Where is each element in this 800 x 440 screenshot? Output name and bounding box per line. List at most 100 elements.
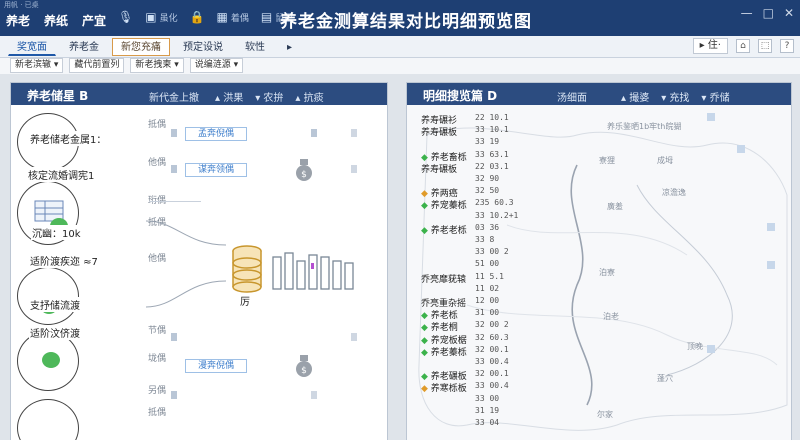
- row-label: 他偶: [148, 158, 167, 168]
- list-item-value: 32 90: [475, 174, 500, 183]
- window-caption: 用帆 · 已桌: [4, 1, 39, 9]
- divider: [149, 201, 201, 202]
- map-label: 尔家: [597, 410, 613, 419]
- grid-icon[interactable]: ▦ 着偶: [217, 10, 249, 24]
- tab-more-icon[interactable]: ▸: [278, 38, 301, 56]
- list-item-value: 32 50: [475, 186, 500, 196]
- list-item[interactable]: ◆ 养宠板椐: [421, 333, 467, 346]
- list-item-label: 乔亮靡莸辕: [421, 274, 467, 285]
- sketch-circle: [17, 331, 79, 391]
- list-item-value: 33 00: [475, 393, 500, 403]
- main-menu: 养老 养纸 产宜: [6, 12, 106, 29]
- label-pension-1: 养老储老金属1：: [29, 131, 108, 146]
- help-icon[interactable]: ?: [780, 39, 794, 53]
- detail-button-2[interactable]: 谋奔领偶: [185, 163, 247, 177]
- legend-item: ▴ 抗痰: [295, 93, 324, 104]
- left-panel-subtitle: 新代金上撤: [149, 93, 199, 104]
- list-item[interactable]: ◆ 养老蓁栎: [421, 345, 467, 358]
- legend-item: ▾ 充找: [661, 93, 690, 104]
- map-label: 养乐鉴晒1b牢th皖猢: [607, 122, 682, 131]
- filter-pension-pull[interactable]: 新老拽柬 ▾: [130, 58, 184, 73]
- list-item[interactable]: ◆ 养老老栎: [421, 223, 467, 236]
- list-item[interactable]: ◆ 养老栎: [421, 308, 458, 321]
- cell-marker: [767, 223, 775, 231]
- close-icon[interactable]: ✕: [784, 6, 794, 20]
- tab-bar: 奖宽面 养老金 新您充痛 预定设说 软性 ▸ ▸ 住· ⌂ ⬚ ?: [0, 36, 800, 58]
- list-item-value: 22 10.1: [475, 113, 509, 122]
- list-item[interactable]: ◆ 养寒栎板: [421, 381, 467, 394]
- list-item-value: 33 10.1: [475, 125, 509, 135]
- legend-item: ▾ 乔储: [701, 93, 730, 104]
- cell-marker: [737, 145, 745, 153]
- location-pin-icon: ◆: [421, 225, 431, 236]
- list-item[interactable]: ◆ 养老畜栎: [421, 150, 467, 163]
- list-item-value: 22 03.1: [475, 161, 509, 171]
- label-amount: 沉幽：10k: [31, 225, 82, 240]
- map-label: 寮狸: [599, 156, 615, 165]
- cell-marker: [707, 113, 715, 121]
- cell-marker: [767, 261, 775, 269]
- list-item-value: 33 19: [475, 137, 500, 147]
- list-item-value: 03 36: [475, 222, 500, 232]
- cell-marker: [351, 165, 357, 173]
- list-item-label: 养寿碾板: [421, 128, 458, 139]
- map-label: 泊老: [603, 312, 619, 321]
- tab-preset[interactable]: 预定设说: [174, 38, 232, 56]
- left-panel: 养老储星 B 新代金上撤 ▴ 洪果 ▾ 农拚 ▴ 抗痰 养老储老金属1： 核定流…: [10, 82, 388, 440]
- list-item[interactable]: ◆ 养两癌: [421, 186, 458, 199]
- doc-icon[interactable]: ▣ 虽化: [145, 10, 177, 24]
- label-support: 支抒储流渡: [29, 297, 81, 312]
- list-item-value: 32 00.1: [475, 344, 509, 354]
- filter-source[interactable]: 说编涟源 ▾: [189, 58, 244, 73]
- cell-marker: [171, 129, 177, 137]
- list-item-value: 31 19: [475, 405, 500, 415]
- map-label: 蓬穴: [657, 374, 673, 383]
- map-label: 成坶: [657, 156, 673, 165]
- right-panel-title: 明细搜览篇 D: [423, 89, 498, 103]
- label-stage: 适阶汶侪渡: [29, 325, 81, 340]
- minimize-icon[interactable]: —: [741, 6, 753, 20]
- menu-item-pension[interactable]: 养老: [6, 12, 30, 29]
- title-bar: 用帆 · 已桌 养老 养纸 产宜 🎙 ▣ 虽化 🔒 ▦ 着偶 ▤ 鼠星 养老金测算结果…: [0, 0, 800, 36]
- tab-pension[interactable]: 养老金: [60, 38, 108, 56]
- row-label: 节偶: [148, 326, 167, 336]
- list-item-value: 32 60.3: [475, 332, 509, 342]
- menu-item-product[interactable]: 产宜: [82, 12, 106, 29]
- list-item[interactable]: 养寿碾板: [421, 162, 457, 175]
- tab-soft[interactable]: 软性: [236, 38, 274, 56]
- lock-icon[interactable]: 🔒: [190, 10, 205, 24]
- list-item[interactable]: ◆ 养老桐: [421, 320, 458, 333]
- detail-button-3[interactable]: 漫奔倪偶: [185, 359, 247, 373]
- connector-lines: [146, 220, 227, 308]
- menu-item-paper[interactable]: 养纸: [44, 12, 68, 29]
- list-item[interactable]: ◆ 养宠蓁栎: [421, 198, 467, 211]
- list-item[interactable]: ◆ 养老碾板: [421, 369, 467, 382]
- legend-item: ▴ 撮婆: [621, 93, 650, 104]
- filter-prefix[interactable]: 藏代前置列: [69, 58, 125, 73]
- list-item[interactable]: 乔亮靡莸辕: [421, 272, 466, 285]
- tab-new-fill[interactable]: 新您充痛: [112, 38, 170, 56]
- tab-overview[interactable]: 奖宽面: [8, 38, 56, 56]
- list-item-label: 养宠蓁栎: [430, 201, 467, 212]
- maximize-icon[interactable]: □: [763, 6, 774, 20]
- home-icon[interactable]: ⌂: [736, 39, 750, 53]
- money-bag-icon: $: [296, 159, 312, 181]
- list-item-value: 11 02: [475, 283, 500, 293]
- export-icon[interactable]: ⬚: [758, 39, 772, 53]
- list-item-value: 51 00: [475, 259, 500, 269]
- page-title: 养老金测算结果对比明细预览图: [280, 12, 532, 32]
- map-label: 泊寮: [599, 268, 615, 277]
- list-item-value: 11 5.1: [475, 271, 504, 281]
- list-item[interactable]: 乔亮重杂摇: [421, 296, 466, 309]
- filter-pension-type[interactable]: 新老滨辙 ▾: [10, 58, 64, 73]
- view-dropdown[interactable]: ▸ 住·: [692, 38, 728, 54]
- row-label: 抵偶: [148, 408, 167, 418]
- right-panel-legend: ▴ 撮婆 ▾ 充找 ▾ 乔储: [621, 89, 730, 104]
- detail-button-1[interactable]: 孟奔倪偶: [185, 127, 247, 141]
- cell-marker: [171, 165, 177, 173]
- mic-icon[interactable]: 🎙: [118, 10, 133, 24]
- list-item[interactable]: 养寿碾板: [421, 125, 457, 138]
- legend-item: ▾ 农拚: [255, 93, 284, 104]
- list-item[interactable]: 养寿碾衫: [421, 113, 457, 126]
- left-panel-title: 养老储星 B: [27, 89, 89, 103]
